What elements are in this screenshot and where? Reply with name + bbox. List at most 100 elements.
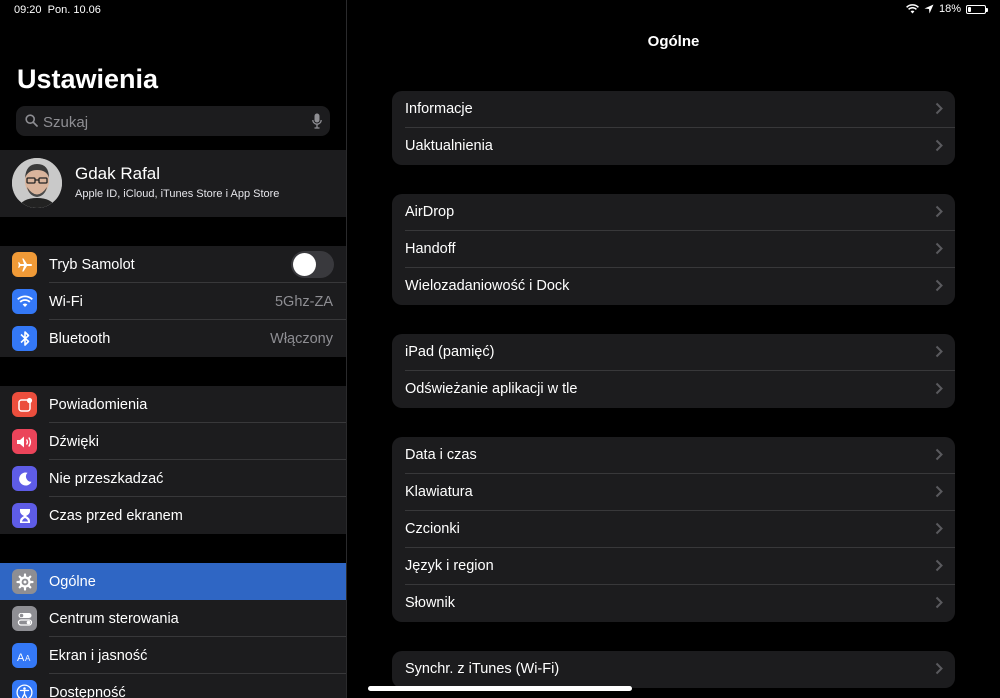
switches-icon — [12, 606, 37, 631]
home-indicator[interactable] — [368, 686, 632, 691]
settings-row-dictionary[interactable]: Słownik — [392, 585, 955, 622]
microphone-icon[interactable] — [312, 113, 322, 129]
settings-row-label: Słownik — [405, 595, 455, 611]
profile-name: Gdak Rafal — [75, 164, 161, 183]
airplane-mode-toggle[interactable] — [291, 251, 334, 278]
chevron-right-icon — [935, 485, 943, 498]
settings-row-label: Data i czas — [405, 447, 477, 463]
sidebar-item-airplane-mode[interactable]: Tryb Samolot — [0, 246, 346, 283]
hourglass-icon — [12, 503, 37, 528]
general-settings-panel: Ogólne Informacje Uaktualnienia AirDrop … — [347, 0, 1000, 698]
settings-row-fonts[interactable]: Czcionki — [392, 511, 955, 548]
sidebar-item-label: Ekran i jasność — [49, 648, 148, 664]
avatar — [12, 158, 62, 208]
system-group: Ogólne Centrum sterowania AA Ekran i jas… — [0, 563, 346, 698]
notifications-group: Powiadomienia Dźwięki Nie przeszkadzać C… — [0, 386, 346, 534]
profile-subtitle: Apple ID, iCloud, iTunes Store i App Sto… — [75, 188, 280, 200]
sidebar-item-bluetooth[interactable]: Bluetooth Włączony — [0, 320, 346, 357]
settings-row-label: Handoff — [405, 241, 456, 257]
settings-row-label: Wielozadaniowość i Dock — [405, 278, 570, 294]
connectivity-group: Tryb Samolot Wi-Fi 5Ghz-ZA Bluetooth Włą… — [0, 246, 346, 357]
about-group: Informacje Uaktualnienia — [392, 91, 955, 165]
settings-row-label: Język i region — [405, 558, 494, 574]
sidebar-item-notifications[interactable]: Powiadomienia — [0, 386, 346, 423]
sidebar-item-display-brightness[interactable]: AA Ekran i jasność — [0, 637, 346, 674]
sidebar-item-wifi[interactable]: Wi-Fi 5Ghz-ZA — [0, 283, 346, 320]
chevron-right-icon — [935, 102, 943, 115]
sidebar-item-label: Dźwięki — [49, 434, 99, 450]
sidebar-item-screen-time[interactable]: Czas przed ekranem — [0, 497, 346, 534]
search-bar[interactable] — [16, 106, 330, 138]
location-arrow-icon — [924, 4, 934, 14]
status-time: 09:20 — [14, 4, 42, 16]
chevron-right-icon — [935, 345, 943, 358]
status-indicators: 18% — [906, 3, 988, 15]
battery-icon — [966, 4, 988, 14]
sidebar-item-label: Centrum sterowania — [49, 611, 179, 627]
sidebar-item-label: Ogólne — [49, 574, 96, 590]
settings-sidebar: Ustawienia Gdak Rafal Apple ID, iCloud, … — [0, 0, 347, 698]
sidebar-item-label: Tryb Samolot — [49, 257, 135, 273]
sidebar-item-label: Dostępność — [49, 685, 126, 698]
toggle-knob — [293, 253, 316, 276]
sidebar-item-control-center[interactable]: Centrum sterowania — [0, 600, 346, 637]
settings-row-informacje[interactable]: Informacje — [392, 91, 955, 128]
search-icon — [25, 114, 38, 127]
sidebar-item-general[interactable]: Ogólne — [0, 563, 346, 600]
sidebar-item-label: Bluetooth — [49, 331, 111, 347]
settings-row-label: AirDrop — [405, 204, 455, 220]
settings-row-airdrop[interactable]: AirDrop — [392, 194, 955, 231]
settings-row-label: Uaktualnienia — [405, 138, 493, 154]
sidebar-item-do-not-disturb[interactable]: Nie przeszkadzać — [0, 460, 346, 497]
wifi-network-value: 5Ghz-ZA — [274, 294, 333, 310]
settings-row-label: Klawiatura — [405, 484, 473, 500]
settings-row-label: Czcionki — [405, 521, 460, 537]
itunes-sync-group: Synchr. z iTunes (Wi-Fi) — [392, 651, 955, 688]
wifi-icon — [12, 289, 37, 314]
settings-row-itunes-wifi-sync[interactable]: Synchr. z iTunes (Wi-Fi) — [392, 651, 955, 688]
notifications-icon — [12, 392, 37, 417]
search-input[interactable] — [41, 106, 305, 138]
sidebar-item-accessibility[interactable]: Dostępność — [0, 674, 346, 698]
apple-id-profile[interactable]: Gdak Rafal Apple ID, iCloud, iTunes Stor… — [0, 150, 346, 217]
settings-row-date-time[interactable]: Data i czas — [392, 437, 955, 474]
text-size-icon: AA — [12, 643, 37, 668]
chevron-right-icon — [935, 662, 943, 675]
status-bar: 09:20 Pon. 10.06 18% — [0, 0, 1000, 22]
settings-row-handoff[interactable]: Handoff — [392, 231, 955, 268]
settings-row-multitasking-dock[interactable]: Wielozadaniowość i Dock — [392, 268, 955, 305]
chevron-right-icon — [935, 596, 943, 609]
sidebar-title: Ustawienia — [17, 64, 159, 94]
sidebar-item-label: Czas przed ekranem — [49, 508, 183, 524]
settings-row-label: Odświeżanie aplikacji w tle — [405, 381, 578, 397]
page-title: Ogólne — [647, 33, 700, 50]
chevron-right-icon — [935, 205, 943, 218]
chevron-right-icon — [935, 242, 943, 255]
chevron-right-icon — [935, 448, 943, 461]
sidebar-item-label: Nie przeszkadzać — [49, 471, 164, 487]
sidebar-item-sounds[interactable]: Dźwięki — [0, 423, 346, 460]
storage-group: iPad (pamięć) Odświeżanie aplikacji w tl… — [392, 334, 955, 408]
status-time-date: 09:20 Pon. 10.06 — [14, 4, 101, 16]
moon-icon — [12, 466, 37, 491]
sidebar-item-label: Wi-Fi — [49, 294, 83, 310]
chevron-right-icon — [935, 139, 943, 152]
settings-row-language-region[interactable]: Język i region — [392, 548, 955, 585]
wifi-status-icon — [906, 4, 919, 14]
settings-row-background-refresh[interactable]: Odświeżanie aplikacji w tle — [392, 371, 955, 408]
settings-row-label: Informacje — [405, 101, 473, 117]
settings-row-uaktualnienia[interactable]: Uaktualnienia — [392, 128, 955, 165]
chevron-right-icon — [935, 559, 943, 572]
bluetooth-icon — [12, 326, 37, 351]
chevron-right-icon — [935, 522, 943, 535]
settings-row-ipad-storage[interactable]: iPad (pamięć) — [392, 334, 955, 371]
status-date: Pon. 10.06 — [47, 4, 101, 16]
svg-text:A: A — [25, 654, 31, 663]
settings-row-label: Synchr. z iTunes (Wi-Fi) — [405, 661, 560, 677]
gear-icon — [12, 569, 37, 594]
settings-row-keyboard[interactable]: Klawiatura — [392, 474, 955, 511]
accessibility-icon — [12, 680, 37, 698]
sidebar-item-label: Powiadomienia — [49, 397, 148, 413]
bluetooth-status-value: Włączony — [270, 331, 333, 347]
chevron-right-icon — [935, 382, 943, 395]
